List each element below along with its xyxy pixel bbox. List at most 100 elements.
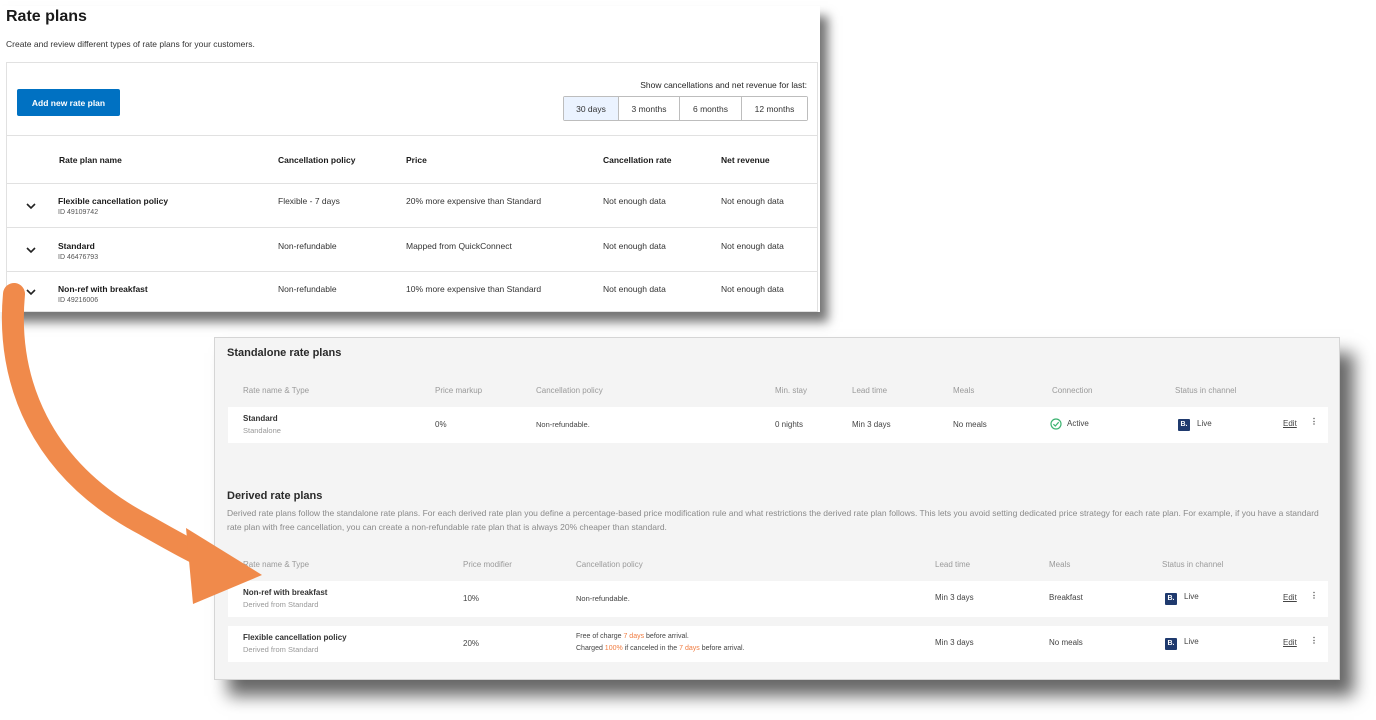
col-min-stay: Min. stay bbox=[775, 386, 808, 395]
price-markup: 0% bbox=[435, 420, 447, 429]
policy-text: before arrival. bbox=[644, 633, 689, 640]
rate-plan-name[interactable]: Standard bbox=[58, 241, 95, 251]
rate-type: Derived from Standard bbox=[243, 600, 319, 609]
more-options-icon[interactable]: ⋮ bbox=[1310, 636, 1318, 645]
col-lead-time: Lead time bbox=[935, 560, 971, 569]
page-subtitle: Create and review different types of rat… bbox=[6, 39, 255, 49]
col-connection: Connection bbox=[1052, 386, 1093, 395]
period-label: Show cancellations and net revenue for l… bbox=[640, 80, 807, 90]
col-price: Price bbox=[406, 155, 427, 165]
col-status-in-channel: Status in channel bbox=[1162, 560, 1224, 569]
period-3-months[interactable]: 3 months bbox=[618, 97, 679, 120]
header-divider bbox=[7, 135, 817, 136]
min-stay: 0 nights bbox=[775, 420, 804, 429]
period-selector: 30 days 3 months 6 months 12 months bbox=[563, 96, 808, 121]
rate-plans-card: Add new rate plan Show cancellations and… bbox=[6, 62, 818, 312]
policy-highlight: 7 days bbox=[623, 633, 645, 640]
channel-status: Live bbox=[1184, 637, 1199, 646]
booking-logo-icon: B. bbox=[1165, 593, 1177, 605]
table-row[interactable]: Standard ID 46476793 Non-refundable Mapp… bbox=[7, 227, 817, 271]
channel-status: Live bbox=[1184, 592, 1199, 601]
rate-type: Standalone bbox=[243, 426, 281, 435]
policy-highlight: 7 days bbox=[679, 645, 700, 652]
policy-text: Charged bbox=[576, 645, 605, 652]
booking-logo-icon: B. bbox=[1178, 419, 1190, 431]
meals: No meals bbox=[953, 420, 987, 429]
connection-status: Active bbox=[1067, 419, 1089, 428]
table-row[interactable]: Flexible cancellation policy ID 49109742… bbox=[7, 183, 817, 227]
rate-plan-id: ID 49109742 bbox=[58, 209, 99, 216]
col-net-revenue: Net revenue bbox=[721, 155, 770, 165]
derived-description: Derived rate plans follow the standalone… bbox=[227, 508, 1319, 532]
derived-section-title: Derived rate plans bbox=[227, 490, 323, 502]
rate-name: Standard bbox=[243, 414, 278, 423]
rate-plan-id: ID 46476793 bbox=[58, 254, 99, 261]
price-modifier: 10% bbox=[463, 594, 480, 603]
net-revenue: Not enough data bbox=[721, 196, 784, 206]
col-meals: Meals bbox=[953, 386, 975, 395]
more-options-icon[interactable]: ⋮ bbox=[1310, 417, 1318, 426]
rate-name: Flexible cancellation policy bbox=[243, 633, 347, 642]
standalone-section-title: Standalone rate plans bbox=[227, 347, 342, 359]
cancellation-policy-line-2: Charged 100% if canceled in the 7 days b… bbox=[576, 645, 745, 652]
period-12-months[interactable]: 12 months bbox=[741, 97, 807, 120]
more-options-icon[interactable]: ⋮ bbox=[1310, 591, 1318, 600]
policy-text: before arrival. bbox=[699, 645, 745, 652]
price: 10% more expensive than Standard bbox=[406, 284, 542, 294]
table-row[interactable]: Non-ref with breakfast Derived from Stan… bbox=[228, 581, 1328, 617]
policy-text: if canceled in the bbox=[622, 645, 680, 652]
col-price-markup: Price markup bbox=[435, 386, 483, 395]
cancellation-rate: Not enough data bbox=[603, 241, 666, 251]
cancellation-policy: Non-refundable. bbox=[536, 420, 590, 429]
net-revenue: Not enough data bbox=[721, 241, 784, 251]
cancellation-policy: Non-refundable. bbox=[576, 594, 630, 603]
rate-plan-id: ID 49216006 bbox=[58, 297, 99, 304]
col-rate-name-type: Rate name & Type bbox=[243, 560, 310, 569]
add-rate-plan-button[interactable]: Add new rate plan bbox=[17, 89, 120, 116]
price-modifier: 20% bbox=[463, 639, 480, 648]
col-cancellation-policy: Cancellation policy bbox=[278, 155, 356, 165]
lead-time: Min 3 days bbox=[852, 420, 891, 429]
rate-plan-name[interactable]: Non-ref with breakfast bbox=[58, 284, 148, 294]
policy-text: Free of charge bbox=[576, 633, 624, 640]
chevron-down-icon[interactable] bbox=[26, 201, 36, 211]
col-status-in-channel: Status in channel bbox=[1175, 386, 1237, 395]
col-cancellation-policy: Cancellation policy bbox=[536, 386, 603, 395]
chevron-down-icon[interactable] bbox=[26, 245, 36, 255]
cancellation-policy: Flexible - 7 days bbox=[278, 196, 340, 206]
channel-rate-plans-panel: Standalone rate plans Rate name & Type P… bbox=[214, 337, 1340, 680]
cancellation-policy: Non-refundable bbox=[278, 284, 337, 294]
col-meals: Meals bbox=[1049, 560, 1071, 569]
rate-name: Non-ref with breakfast bbox=[243, 588, 328, 597]
rate-type: Derived from Standard bbox=[243, 645, 319, 654]
meals: Breakfast bbox=[1049, 593, 1083, 602]
edit-link[interactable]: Edit bbox=[1283, 419, 1297, 428]
col-price-modifier: Price modifier bbox=[463, 560, 512, 569]
lead-time: Min 3 days bbox=[935, 593, 974, 602]
booking-logo-icon: B. bbox=[1165, 638, 1177, 650]
period-6-months[interactable]: 6 months bbox=[679, 97, 741, 120]
table-row[interactable]: Non-ref with breakfast ID 49216006 Non-r… bbox=[7, 271, 817, 313]
period-30-days[interactable]: 30 days bbox=[564, 97, 618, 120]
table-row[interactable]: Standard Standalone 0% Non-refundable. 0… bbox=[228, 407, 1328, 443]
cancellation-policy-line-1: Free of charge 7 days before arrival. bbox=[576, 633, 689, 640]
col-rate-name-type: Rate name & Type bbox=[243, 386, 310, 395]
cancellation-rate: Not enough data bbox=[603, 284, 666, 294]
edit-link[interactable]: Edit bbox=[1283, 593, 1297, 602]
table-row[interactable]: Flexible cancellation policy Derived fro… bbox=[228, 626, 1328, 662]
price: Mapped from QuickConnect bbox=[406, 241, 512, 251]
chevron-down-icon[interactable] bbox=[26, 287, 36, 297]
price: 20% more expensive than Standard bbox=[406, 196, 542, 206]
rate-plans-panel: Rate plans Create and review different t… bbox=[0, 6, 820, 312]
cancellation-rate: Not enough data bbox=[603, 196, 666, 206]
col-lead-time: Lead time bbox=[852, 386, 888, 395]
edit-link[interactable]: Edit bbox=[1283, 638, 1297, 647]
channel-status: Live bbox=[1197, 419, 1212, 428]
check-circle-icon bbox=[1050, 418, 1062, 430]
lead-time: Min 3 days bbox=[935, 638, 974, 647]
meals: No meals bbox=[1049, 638, 1083, 647]
col-cancellation-rate: Cancellation rate bbox=[603, 155, 672, 165]
net-revenue: Not enough data bbox=[721, 284, 784, 294]
rate-plan-name[interactable]: Flexible cancellation policy bbox=[58, 196, 168, 206]
col-rate-plan-name: Rate plan name bbox=[59, 155, 122, 165]
